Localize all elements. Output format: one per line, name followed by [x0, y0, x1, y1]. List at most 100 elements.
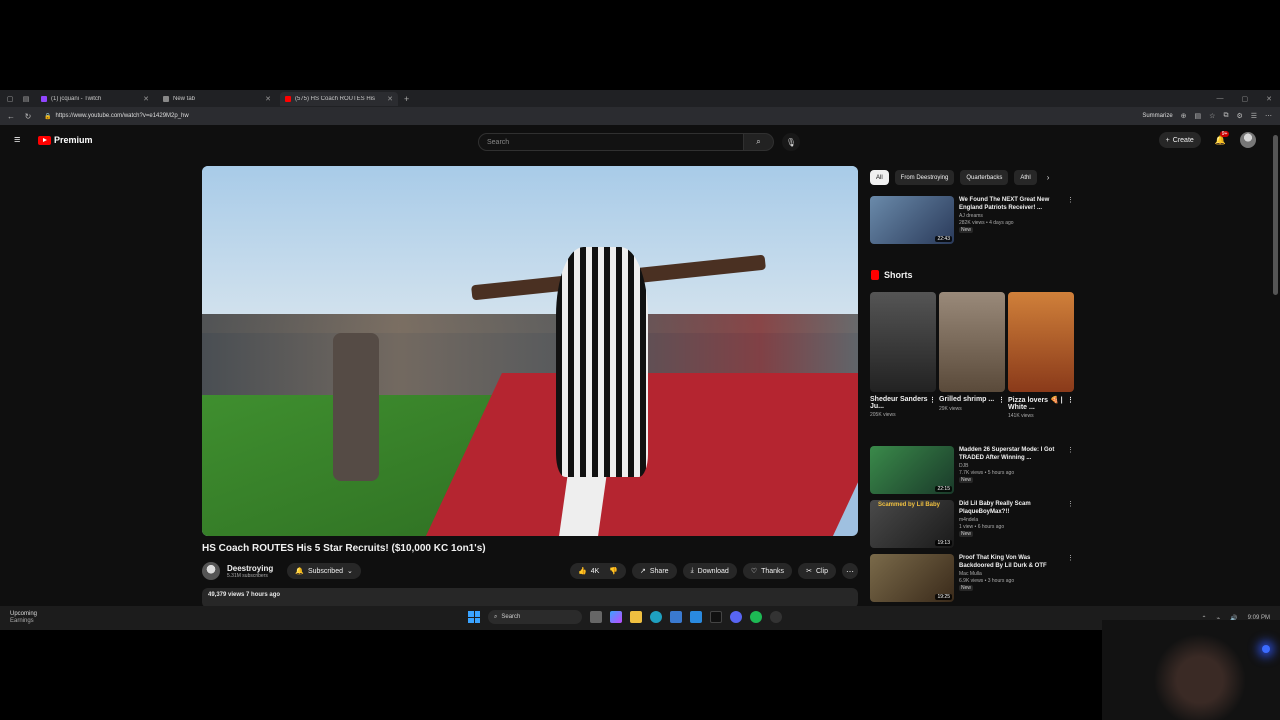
- video-player[interactable]: [202, 166, 858, 536]
- recommendation-channel[interactable]: DJB: [959, 463, 1062, 469]
- more-actions-button[interactable]: ⋯: [842, 563, 858, 579]
- kebab-menu-icon[interactable]: ⋮: [1067, 554, 1074, 602]
- search-icon: ⌕: [494, 613, 498, 620]
- refresh-icon[interactable]: ↻: [22, 112, 34, 121]
- collections-icon[interactable]: ☰: [1251, 112, 1257, 120]
- subscribed-button[interactable]: 🔔 Subscribed ⌄: [287, 563, 361, 579]
- short-title[interactable]: Shedeur Sanders Ju...: [870, 396, 929, 410]
- tab-twitch[interactable]: (1) jcquani - Twitch ✕: [36, 92, 154, 106]
- kebab-menu-icon[interactable]: ⋮: [1067, 196, 1074, 244]
- recommendation-channel[interactable]: m4ndela: [959, 517, 1062, 523]
- kebab-menu-icon[interactable]: ⋮: [1067, 446, 1074, 494]
- video-thumbnail[interactable]: 22:43: [870, 196, 954, 244]
- kebab-menu-icon[interactable]: ⋮: [998, 396, 1005, 404]
- search-input[interactable]: Search: [478, 133, 744, 151]
- short-thumbnail[interactable]: [1008, 292, 1074, 392]
- hamburger-menu-icon[interactable]: ≡: [14, 134, 28, 146]
- chevron-right-icon[interactable]: ›: [1047, 173, 1050, 182]
- download-button[interactable]: ⤓ Download: [682, 563, 737, 579]
- edge-icon[interactable]: [650, 611, 662, 623]
- page-scrollbar[interactable]: [1273, 135, 1278, 295]
- voice-search-button[interactable]: 🎙: [782, 133, 800, 151]
- short-item[interactable]: Pizza lovers 🍕 | White ... ⋮ 141K views: [1008, 292, 1074, 419]
- recommendation-title[interactable]: Proof That King Von Was Backdoored By Li…: [959, 554, 1062, 570]
- channel-avatar[interactable]: [202, 562, 220, 580]
- thumbs-up-icon[interactable]: 👍: [578, 567, 587, 575]
- task-view-icon[interactable]: [590, 611, 602, 623]
- short-item[interactable]: Shedeur Sanders Ju... ⋮ 205K views: [870, 292, 936, 419]
- create-button[interactable]: + Create: [1158, 132, 1201, 148]
- maximize-icon[interactable]: ▢: [1242, 95, 1249, 103]
- workspaces-icon[interactable]: ▤: [20, 93, 32, 105]
- more-icon[interactable]: ⋯: [1265, 112, 1272, 120]
- recommendation-channel[interactable]: AJ dreams: [959, 213, 1062, 219]
- thumbs-down-icon[interactable]: 👎: [609, 567, 618, 575]
- discord-icon[interactable]: [730, 611, 742, 623]
- recommendation-title[interactable]: We Found The NEXT Great New England Patr…: [959, 196, 1062, 212]
- extensions-icon[interactable]: ⧉: [1223, 112, 1228, 120]
- recommendation-channel[interactable]: Mac Mulla: [959, 571, 1062, 577]
- obs-icon[interactable]: [770, 611, 782, 623]
- short-thumbnail[interactable]: [939, 292, 1005, 392]
- close-tab-icon[interactable]: ✕: [143, 95, 149, 103]
- recommendation-item[interactable]: 19:25 Proof That King Von Was Backdoored…: [870, 554, 1074, 602]
- kebab-menu-icon[interactable]: ⋮: [929, 396, 936, 410]
- tab-new-tab[interactable]: New tab ✕: [158, 92, 276, 106]
- settings-icon[interactable]: ⚙: [1236, 112, 1242, 120]
- summarize-button[interactable]: Summarize: [1142, 113, 1172, 119]
- recommendation-item[interactable]: Scammed by Lil Baby 19:13 Did Lil Baby R…: [870, 500, 1074, 548]
- windows-start-icon[interactable]: [468, 611, 480, 623]
- channel-name[interactable]: Deestroying: [227, 564, 273, 573]
- letterbox-bottom: [0, 630, 1280, 720]
- kebab-menu-icon[interactable]: ⋮: [1067, 500, 1074, 548]
- short-title-row: Shedeur Sanders Ju... ⋮: [870, 396, 936, 410]
- short-title[interactable]: Pizza lovers 🍕 | White ...: [1008, 396, 1067, 411]
- store-icon[interactable]: [670, 611, 682, 623]
- recommendation-item[interactable]: 22:15 Madden 26 Superstar Mode: I Got TR…: [870, 446, 1074, 494]
- new-tab-icon[interactable]: +: [404, 94, 409, 104]
- search-button[interactable]: ⌕: [744, 133, 774, 151]
- shorts-icon: [871, 270, 879, 280]
- reader-icon[interactable]: ▤: [1195, 112, 1202, 120]
- vscode-icon[interactable]: [690, 611, 702, 623]
- recommendation-title[interactable]: Did Lil Baby Really Scam PlaqueBoyMax?!!: [959, 500, 1062, 516]
- thanks-button[interactable]: ♡ Thanks: [742, 563, 793, 579]
- short-title[interactable]: Grilled shrimp ...: [939, 396, 994, 404]
- weather-widget[interactable]: Upcoming Earnings: [10, 611, 37, 625]
- video-thumbnail[interactable]: 19:25: [870, 554, 954, 602]
- chip-from-deestroying[interactable]: From Deestroying: [894, 170, 955, 185]
- account-avatar[interactable]: [1240, 132, 1256, 148]
- chip-all[interactable]: All: [870, 170, 889, 185]
- short-thumbnail[interactable]: [870, 292, 936, 392]
- video-thumbnail[interactable]: 22:15: [870, 446, 954, 494]
- sidebar-toggle-icon[interactable]: ▢: [4, 93, 16, 105]
- video-thumbnail[interactable]: Scammed by Lil Baby 19:13: [870, 500, 954, 548]
- like-dislike-button[interactable]: 👍 4K 👎: [570, 563, 626, 579]
- notifications-button[interactable]: 🔔 9+: [1215, 130, 1230, 146]
- translate-icon[interactable]: ⊕: [1181, 112, 1187, 120]
- close-tab-icon[interactable]: ✕: [265, 95, 271, 103]
- recommendation-title[interactable]: Madden 26 Superstar Mode: I Got TRADED A…: [959, 446, 1062, 462]
- tab-youtube[interactable]: (575) HS Coach ROUTES His ✕: [280, 91, 398, 106]
- kebab-menu-icon[interactable]: ⋮: [1067, 396, 1074, 411]
- close-window-icon[interactable]: ✕: [1266, 95, 1272, 103]
- description-box[interactable]: 49,379 views 7 hours ago: [202, 588, 858, 608]
- address-bar[interactable]: 🔒 https://www.youtube.com/watch?v=e1429M…: [44, 113, 1142, 120]
- share-button[interactable]: ↗ Share: [632, 563, 677, 579]
- more-icon: ⋯: [846, 566, 854, 576]
- favorite-star-icon[interactable]: ☆: [1209, 112, 1215, 120]
- spotify-icon[interactable]: [750, 611, 762, 623]
- chip-quarterbacks[interactable]: Quarterbacks: [960, 170, 1009, 185]
- recommendation-item[interactable]: 22:43 We Found The NEXT Great New Englan…: [870, 196, 1074, 244]
- short-item[interactable]: Grilled shrimp ... ⋮ 29K views: [939, 292, 1005, 419]
- taskbar-search[interactable]: ⌕ Search: [488, 610, 582, 624]
- youtube-logo[interactable]: Premium: [38, 135, 93, 145]
- close-tab-icon[interactable]: ✕: [387, 95, 393, 103]
- chip-athletes[interactable]: Athl: [1014, 170, 1037, 185]
- tiktok-icon[interactable]: [710, 611, 722, 623]
- back-icon[interactable]: ←: [5, 112, 17, 121]
- minimize-icon[interactable]: —: [1217, 95, 1224, 103]
- clip-button[interactable]: ✂ Clip: [798, 563, 836, 579]
- copilot-icon[interactable]: [610, 611, 622, 623]
- file-explorer-icon[interactable]: [630, 611, 642, 623]
